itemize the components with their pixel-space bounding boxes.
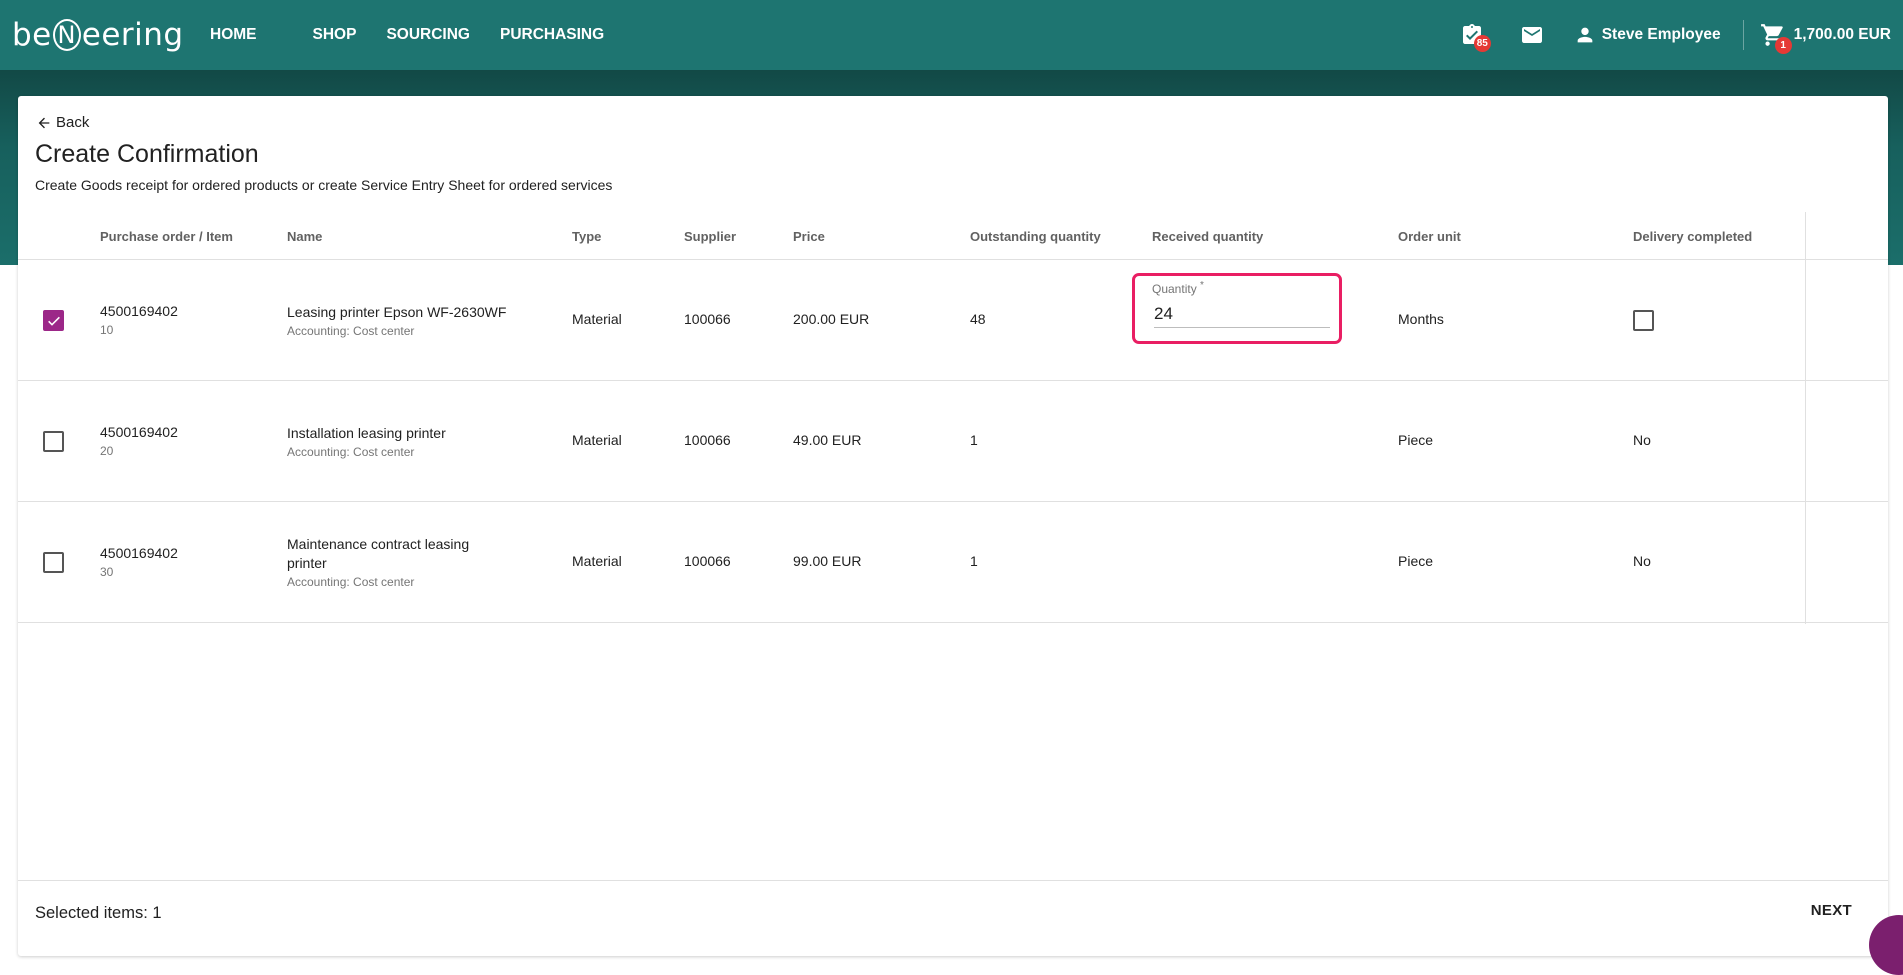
column-header-delivery[interactable]: Delivery completed (1633, 229, 1752, 244)
po-number: 4500169402 (100, 303, 178, 319)
po-item: 30 (100, 565, 114, 579)
po-number: 4500169402 (100, 545, 178, 561)
mail-icon (1521, 27, 1542, 43)
order-unit-cell: Months (1398, 311, 1444, 327)
nav-purchasing[interactable]: PURCHASING (500, 26, 604, 44)
po-cell: 4500169402 30 (100, 545, 178, 579)
name-cell: Installation leasing printer Accounting:… (287, 424, 527, 459)
person-icon (1577, 27, 1593, 43)
po-cell: 4500169402 10 (100, 303, 178, 337)
table-header: Purchase order / Item Name Type Supplier… (18, 212, 1888, 260)
check-icon (47, 316, 60, 326)
supplier-cell: 100066 (684, 311, 731, 327)
price-cell: 200.00 EUR (793, 311, 870, 327)
item-accounting: Accounting: Cost center (287, 324, 415, 338)
table-row: 4500169402 20 Installation leasing print… (18, 381, 1888, 502)
row-select-checkbox[interactable] (43, 310, 64, 331)
cart-count-badge: 1 (1774, 37, 1792, 54)
header-divider (1742, 20, 1744, 50)
main-nav: HOME SHOP SOURCING PURCHASING (210, 0, 634, 70)
next-button[interactable]: NEXT (1811, 902, 1852, 919)
item-name: Leasing printer Epson WF-2630WF (287, 304, 507, 320)
outstanding-cell: 1 (970, 432, 978, 448)
row-select-checkbox[interactable] (43, 431, 64, 452)
table-row: 4500169402 30 Maintenance contract leasi… (18, 502, 1888, 623)
tasks-count-badge: 85 (1473, 35, 1491, 52)
item-name: Maintenance contract leasing printer (287, 536, 470, 571)
column-header-type[interactable]: Type (572, 229, 601, 244)
order-unit-cell: Piece (1398, 432, 1434, 448)
column-header-price[interactable]: Price (793, 229, 825, 244)
column-header-unit[interactable]: Order unit (1398, 229, 1461, 244)
supplier-cell: 100066 (684, 432, 731, 448)
quantity-input[interactable] (1154, 300, 1330, 328)
supplier-cell: 100066 (684, 553, 731, 569)
back-label: Back (56, 114, 90, 131)
page-subtitle: Create Goods receipt for ordered product… (35, 177, 613, 193)
row-select-checkbox[interactable] (43, 552, 64, 573)
column-header-outstanding[interactable]: Outstanding quantity (970, 229, 1101, 244)
po-cell: 4500169402 20 (100, 424, 178, 458)
column-header-supplier[interactable]: Supplier (684, 229, 736, 244)
tasks-button[interactable]: 85 (1460, 23, 1491, 52)
cart-button[interactable]: 1 1,700.00 EUR (1760, 22, 1903, 54)
item-name: Installation leasing printer (287, 425, 446, 441)
messages-button[interactable] (1520, 23, 1544, 47)
user-menu[interactable]: Steve Employee (1574, 24, 1721, 46)
name-cell: Leasing printer Epson WF-2630WF Accounti… (287, 303, 527, 338)
po-item: 10 (100, 323, 114, 337)
top-navigation-bar: be Neering HOME SHOP SOURCING PURCHASING … (0, 0, 1903, 70)
confirmation-card: Back Create Confirmation Create Goods re… (18, 96, 1888, 956)
logo-text-right: eering (81, 17, 184, 53)
type-cell: Material (572, 311, 622, 327)
delivery-completed-value: No (1633, 553, 1651, 569)
delivery-completed-value: No (1633, 432, 1651, 448)
order-unit-cell: Piece (1398, 553, 1434, 569)
outstanding-cell: 1 (970, 553, 978, 569)
back-link[interactable]: Back (36, 114, 89, 131)
arrow-left-icon (38, 117, 50, 128)
selected-items-count: Selected items: 1 (35, 904, 162, 922)
nav-shop[interactable]: SHOP (313, 26, 357, 44)
po-number: 4500169402 (100, 424, 178, 440)
user-name: Steve Employee (1601, 26, 1721, 43)
column-header-received[interactable]: Received quantity (1152, 229, 1263, 244)
table-row: 4500169402 10 Leasing printer Epson WF-2… (18, 260, 1888, 381)
po-item: 20 (100, 444, 114, 458)
delivery-completed-checkbox[interactable] (1633, 310, 1654, 331)
item-accounting: Accounting: Cost center (287, 575, 415, 589)
name-cell: Maintenance contract leasing printer Acc… (287, 535, 487, 589)
price-cell: 99.00 EUR (793, 553, 862, 569)
header-tools: 85 Steve Employee 1 1,700.00 EUR (1460, 0, 1903, 70)
cart-total: 1,700.00 EUR (1793, 26, 1891, 43)
footer-divider (18, 880, 1888, 881)
nav-home[interactable]: HOME (210, 26, 257, 44)
type-cell: Material (572, 432, 622, 448)
benneering-logo[interactable]: be Neering (12, 12, 184, 58)
column-header-po[interactable]: Purchase order / Item (100, 229, 233, 244)
item-accounting: Accounting: Cost center (287, 445, 415, 459)
logo-n-mark: N (52, 19, 81, 51)
quantity-label: Quantity * (1152, 280, 1204, 296)
page-title: Create Confirmation (35, 140, 259, 168)
column-header-name[interactable]: Name (287, 229, 322, 244)
type-cell: Material (572, 553, 622, 569)
nav-sourcing[interactable]: SOURCING (386, 26, 470, 44)
outstanding-cell: 48 (970, 311, 986, 327)
quantity-field: Quantity * (1152, 280, 1332, 334)
logo-text-left: be (12, 17, 52, 53)
price-cell: 49.00 EUR (793, 432, 862, 448)
